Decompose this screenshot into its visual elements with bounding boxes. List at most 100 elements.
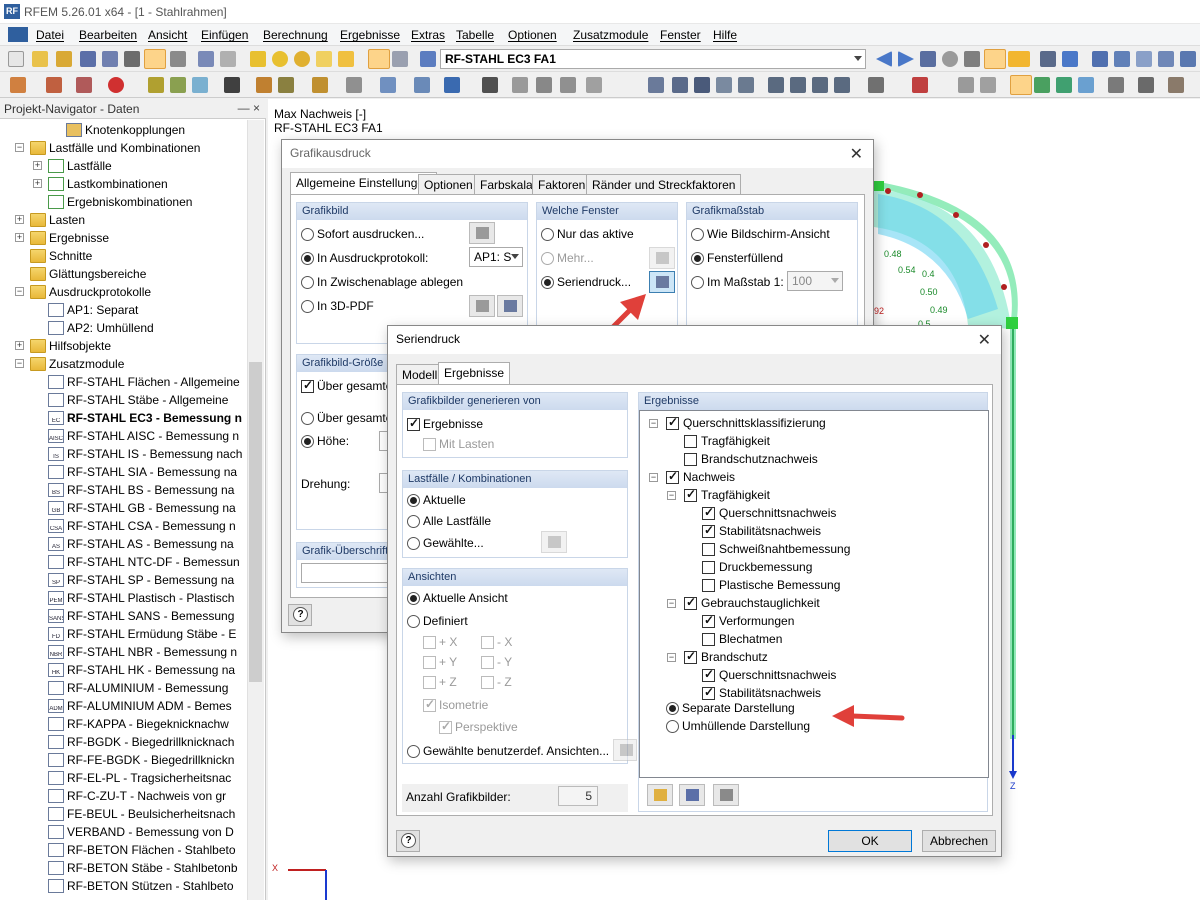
close-icon[interactable]: ✕ — [850, 144, 863, 164]
render-icon[interactable] — [560, 77, 576, 93]
navigator-item[interactable]: PEM RF-STAHL Plastisch - Plastisch — [48, 589, 234, 607]
collapse-icon[interactable]: − — [667, 653, 676, 662]
view-minus-y-icon[interactable] — [834, 77, 850, 93]
help-button[interactable]: ? — [396, 830, 420, 852]
open-button[interactable] — [647, 784, 673, 806]
radio-definiert[interactable] — [407, 615, 420, 628]
search-results-icon[interactable] — [942, 51, 958, 67]
radio-3dpdf[interactable] — [301, 300, 314, 313]
radio-aktuelle-ansicht[interactable] — [407, 592, 420, 605]
wire-icon[interactable] — [1010, 75, 1032, 95]
view-filter-icon[interactable] — [536, 77, 552, 93]
navigator-item[interactable]: RF-BETON Flächen - Stahlbeto — [48, 841, 236, 859]
check-minus-z[interactable] — [481, 676, 494, 689]
perspective-icon[interactable] — [868, 77, 884, 93]
undo-icon[interactable] — [198, 51, 214, 67]
check-perspektive[interactable] — [439, 719, 452, 734]
check-minus-x[interactable] — [481, 636, 494, 649]
navigator-item[interactable]: Glättungsbereiche — [30, 265, 146, 283]
navigator-item[interactable]: RF-STAHL NTC-DF - Bemessun — [48, 553, 240, 571]
navigator-item[interactable]: BS RF-STAHL BS - Bemessung na — [48, 481, 234, 499]
expand-icon[interactable]: + — [33, 161, 42, 170]
navigator-item[interactable]: Knotenkopplungen — [66, 121, 185, 139]
calc-icon[interactable] — [250, 51, 266, 67]
navigator-item[interactable]: Lastfälle — [48, 157, 112, 175]
cancel-button[interactable]: Abbrechen — [922, 830, 996, 852]
navigator-item[interactable]: RF-KAPPA - Biegeknicknachw — [48, 715, 229, 733]
navigator-item[interactable]: AS RF-STAHL AS - Bemessung na — [48, 535, 234, 553]
navigator-item[interactable]: RF-BETON Stützen - Stahlbeto — [48, 877, 234, 895]
tab-modell[interactable]: Modell — [396, 364, 444, 384]
pdf-preview-button[interactable] — [497, 295, 523, 317]
dimension-icon[interactable] — [224, 77, 240, 93]
navigator-item[interactable]: FE-BEUL - Beulsicherheitsnach — [48, 805, 235, 823]
nodal-load-icon[interactable] — [170, 77, 186, 93]
result-checkbox[interactable] — [702, 613, 715, 628]
menu-einfuegen[interactable]: Einfügen — [201, 28, 248, 42]
tab-optionen[interactable]: Optionen — [418, 174, 479, 194]
results-icon[interactable] — [294, 51, 310, 67]
result-checkbox[interactable] — [666, 415, 679, 430]
navigator-item[interactable]: VERBAND - Bemessung von D — [48, 823, 234, 841]
collapse-icon[interactable]: − — [649, 473, 658, 482]
open-folder-icon[interactable] — [56, 51, 72, 67]
result-checkbox[interactable] — [684, 595, 697, 610]
tab-farbskala[interactable]: Farbskala — [474, 174, 539, 194]
navigator-item[interactable]: Hilfsobjekte — [30, 337, 111, 355]
coord-icon[interactable] — [278, 77, 294, 93]
result-checkbox[interactable] — [684, 453, 697, 466]
result-checkbox[interactable] — [684, 435, 697, 448]
module-icon[interactable] — [338, 51, 354, 67]
navigator-item[interactable]: RF-BETON Stäbe - Stahlbetonb — [48, 859, 238, 877]
navigator-item[interactable]: ADM RF-ALUMINIUM ADM - Bemes — [48, 697, 232, 715]
check-plus-x[interactable] — [423, 636, 436, 649]
check-ergebnisse[interactable] — [407, 416, 420, 431]
workplane-icon[interactable] — [1158, 51, 1174, 67]
navigator-item[interactable]: IS RF-STAHL IS - Bemessung nach — [48, 445, 242, 463]
printer-button[interactable] — [469, 222, 495, 244]
check-plus-z[interactable] — [423, 676, 436, 689]
result-checkbox[interactable] — [702, 667, 715, 682]
menu-bearbeiten[interactable]: Bearbeiten — [79, 28, 137, 42]
surface-load-icon[interactable] — [192, 77, 208, 93]
cube-icon[interactable] — [444, 77, 460, 93]
navigator-item[interactable]: AISC RF-STAHL AISC - Bemessung n — [48, 427, 239, 445]
print-icon[interactable] — [124, 51, 140, 67]
result-checkbox[interactable] — [684, 649, 697, 664]
result-checkbox[interactable] — [702, 523, 715, 538]
print-report-icon[interactable] — [170, 51, 186, 67]
menu-ergebnisse[interactable]: Ergebnisse — [340, 28, 400, 42]
navigator-item[interactable]: AP1: Separat — [48, 301, 138, 319]
radio-aktuelle[interactable] — [407, 494, 420, 507]
result-checkbox[interactable] — [702, 543, 715, 556]
navigator-item[interactable]: Schnitte — [30, 247, 92, 265]
check-mit-lasten[interactable] — [423, 438, 436, 451]
section-icon[interactable] — [1062, 51, 1078, 67]
line-tools2-icon[interactable] — [980, 77, 996, 93]
menu-optionen[interactable]: Optionen — [508, 28, 557, 42]
navigator-item[interactable]: NBR RF-STAHL NBR - Bemessung n — [48, 643, 237, 661]
iso-view-icon[interactable] — [716, 77, 732, 93]
close-icon[interactable]: ✕ — [978, 330, 991, 350]
solid-icon[interactable] — [1034, 77, 1050, 93]
navigator-item[interactable]: EC RF-STAHL EC3 - Bemessung n — [48, 409, 242, 427]
expand-icon[interactable]: + — [15, 233, 24, 242]
member-icon[interactable] — [76, 77, 92, 93]
navigator-item[interactable]: RF-ALUMINIUM - Bemessung — [48, 679, 228, 697]
menu-ansicht[interactable]: Ansicht — [148, 28, 187, 42]
radio-nur-aktive[interactable] — [541, 228, 554, 241]
radio-zwischenablage[interactable] — [301, 276, 314, 289]
pdf-settings-button[interactable] — [469, 295, 495, 317]
ok-button[interactable]: OK — [828, 830, 912, 852]
zoom-icon[interactable] — [694, 77, 710, 93]
radio-bildschirm[interactable] — [691, 228, 704, 241]
collapse-icon[interactable]: − — [15, 359, 24, 368]
expand-icon[interactable]: + — [15, 215, 24, 224]
navigator-item[interactable]: GB RF-STAHL GB - Bemessung na — [48, 499, 236, 517]
navigator-item[interactable]: HK RF-STAHL HK - Bemessung na — [48, 661, 235, 679]
view-y-icon[interactable] — [790, 77, 806, 93]
navigator-item[interactable]: AP2: Umhüllend — [48, 319, 154, 337]
view-z-icon[interactable] — [812, 77, 828, 93]
load-icon[interactable] — [148, 77, 164, 93]
navigator-item[interactable]: Ausdruckprotokolle — [30, 283, 151, 301]
